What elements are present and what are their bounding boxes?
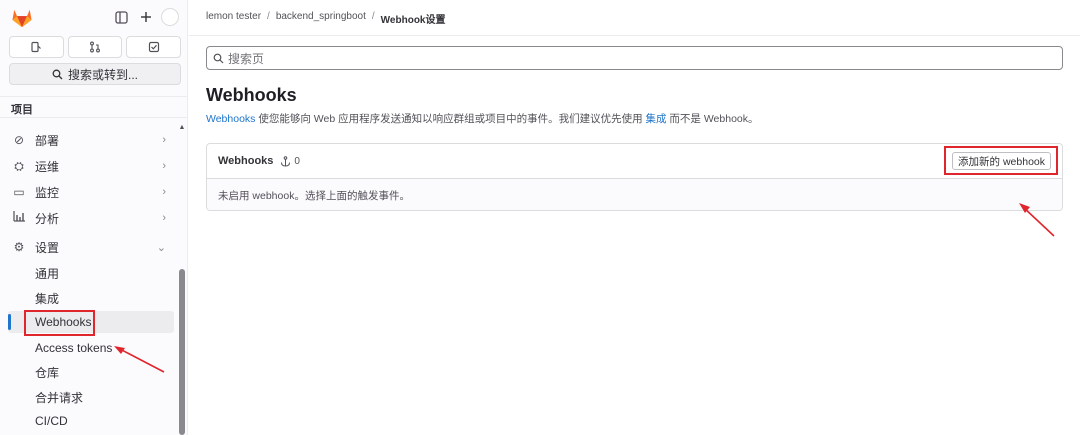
merge-requests-button[interactable] xyxy=(67,36,123,58)
breadcrumb-user[interactable]: lemon tester xyxy=(206,11,261,26)
description-text: 使您能够向 Web 应用程序发送通知以响应群组或项目中的事件。我们建议优先使用 xyxy=(255,113,646,125)
sidebar-subitem-cicd[interactable]: CI/CD xyxy=(8,410,174,432)
sidebar: 搜索或转到... 项目 ⊘ 部署 › ⛭ 运维 › ▭ 监控 › 分析 › ⚙ … xyxy=(0,0,188,435)
page-search-input[interactable]: 搜索页 xyxy=(206,46,1063,70)
gitlab-logo-icon[interactable] xyxy=(11,8,33,28)
chevron-right-icon: › xyxy=(162,186,166,198)
todo-icon xyxy=(148,41,159,53)
chevron-right-icon: › xyxy=(162,160,166,172)
sidebar-item-analytics[interactable]: 分析 › xyxy=(8,207,172,229)
issues-button[interactable] xyxy=(9,36,64,58)
sidebar-subitem-integrations[interactable]: 集成 xyxy=(8,287,174,309)
analytics-icon xyxy=(12,211,26,225)
active-indicator xyxy=(8,314,11,330)
sidebar-item-monitor[interactable]: ▭ 监控 › xyxy=(8,181,172,203)
sidebar-item-label: 分析 xyxy=(35,211,60,226)
quick-actions xyxy=(9,36,182,58)
monitor-icon: ▭ xyxy=(13,185,25,199)
chevron-right-icon: › xyxy=(162,134,166,146)
search-icon xyxy=(52,69,63,79)
project-section-title: 项目 xyxy=(0,96,187,118)
settings-icon: ⚙ xyxy=(13,240,25,254)
breadcrumb-current[interactable]: Webhook设置 xyxy=(381,11,446,26)
sidebar-subitem-repository[interactable]: 仓库 xyxy=(8,361,174,383)
deploy-icon: ⊘ xyxy=(13,133,25,147)
breadcrumb-separator: / xyxy=(371,11,375,22)
anchor-icon xyxy=(281,155,291,167)
operate-icon: ⛭ xyxy=(14,158,24,173)
page-title: Webhooks xyxy=(206,85,297,105)
issues-icon xyxy=(31,41,42,53)
sidebar-top-bar xyxy=(0,6,188,30)
webhooks-card: Webhooks 0 添加新的 webhook 未启用 webhook。选择上面… xyxy=(206,143,1063,211)
integrations-link[interactable]: 集成 xyxy=(646,113,667,125)
sidebar-item-settings[interactable]: ⚙ 设置 ⌄ xyxy=(8,236,172,258)
sidebar-item-label: 监控 xyxy=(35,185,60,200)
search-or-goto-label: 搜索或转到... xyxy=(67,67,138,82)
plus-icon[interactable] xyxy=(137,8,155,26)
add-button-highlight-box xyxy=(944,146,1058,175)
merge-request-icon xyxy=(90,41,100,53)
sidebar-scrollbar[interactable]: ▲ xyxy=(178,124,186,435)
count-value: 0 xyxy=(294,155,300,167)
sidebar-item-label: 设置 xyxy=(35,240,60,255)
card-title: Webhooks xyxy=(218,155,274,167)
sidebar-subitem-merge-requests[interactable]: 合并请求 xyxy=(8,386,174,408)
sidebar-item-label: 部署 xyxy=(35,133,60,148)
webhooks-doc-link[interactable]: Webhooks xyxy=(206,113,255,125)
todo-button[interactable] xyxy=(126,36,182,58)
sidebar-item-label: 运维 xyxy=(35,159,60,174)
sidebar-subitem-access-tokens[interactable]: Access tokens xyxy=(8,337,174,359)
webhook-count: 0 xyxy=(280,156,300,167)
sidebar-item-operate[interactable]: ⛭ 运维 › xyxy=(8,155,172,177)
card-header: Webhooks 0 添加新的 webhook xyxy=(207,144,1062,179)
breadcrumb-project[interactable]: backend_springboot xyxy=(276,11,366,26)
empty-state-text: 未启用 webhook。选择上面的触发事件。 xyxy=(207,179,1062,210)
chevron-down-icon: ⌄ xyxy=(156,241,166,254)
page-description: Webhooks 使您能够向 Web 应用程序发送通知以响应群组或项目中的事件。… xyxy=(206,111,759,126)
sidebar-item-deploy[interactable]: ⊘ 部署 › xyxy=(8,129,172,151)
breadcrumb: lemon tester / backend_springboot / Webh… xyxy=(206,11,446,26)
sidebar-subitem-general[interactable]: 通用 xyxy=(8,262,174,284)
chevron-right-icon: › xyxy=(162,212,166,224)
sidebar-toggle-icon[interactable] xyxy=(112,8,130,26)
breadcrumb-separator: / xyxy=(267,11,270,22)
description-end: 而不是 Webhook。 xyxy=(666,113,759,125)
header-divider xyxy=(189,35,1080,36)
webhooks-highlight-box xyxy=(24,310,95,336)
avatar[interactable] xyxy=(161,8,179,26)
search-or-goto-button[interactable]: 搜索或转到... xyxy=(9,63,181,85)
scroll-up-icon[interactable]: ▲ xyxy=(178,124,186,131)
scroll-thumb[interactable] xyxy=(179,269,185,435)
search-icon xyxy=(213,53,224,63)
search-placeholder: 搜索页 xyxy=(228,51,265,66)
